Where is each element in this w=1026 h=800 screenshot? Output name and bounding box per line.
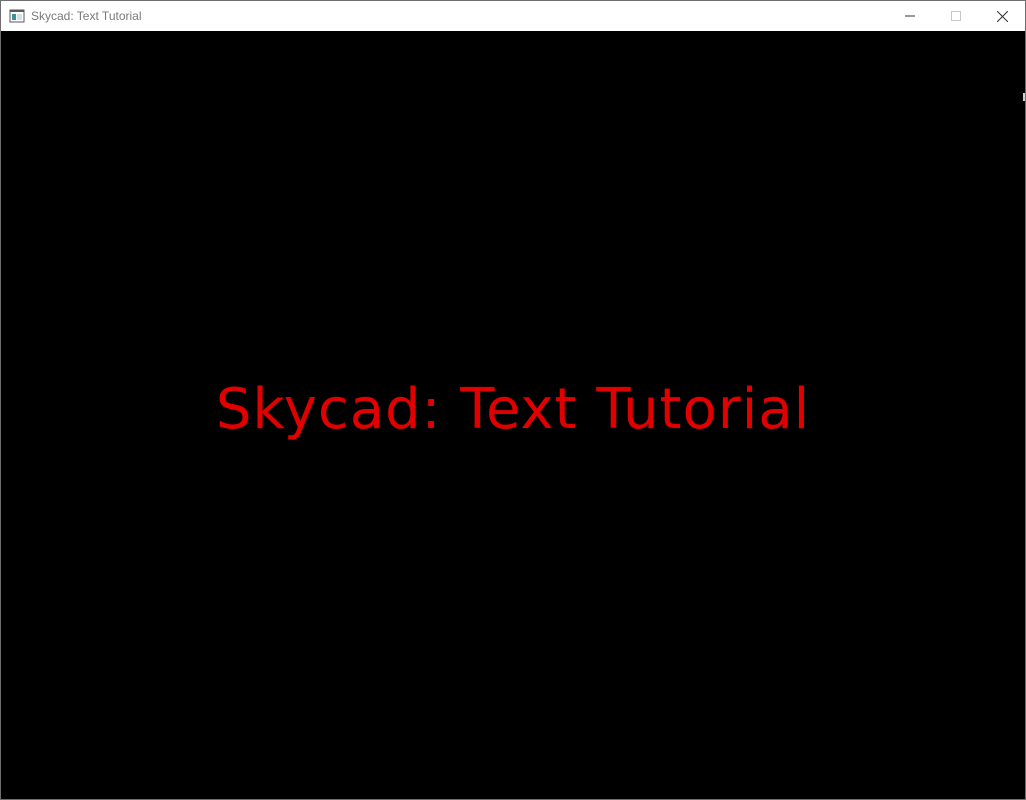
maximize-icon bbox=[951, 11, 961, 21]
render-canvas[interactable]: Skycad: Text Tutorial bbox=[1, 31, 1025, 799]
resize-edge bbox=[1023, 93, 1025, 101]
window-title: Skycad: Text Tutorial bbox=[31, 9, 142, 23]
title-bar[interactable]: Skycad: Text Tutorial bbox=[1, 1, 1025, 31]
app-window: Skycad: Text Tutorial Skycad: Text Tutor… bbox=[0, 0, 1026, 800]
minimize-icon bbox=[905, 15, 915, 17]
close-button[interactable] bbox=[979, 1, 1025, 31]
close-icon bbox=[996, 10, 1008, 22]
app-icon bbox=[9, 9, 25, 23]
maximize-button[interactable] bbox=[933, 1, 979, 31]
minimize-button[interactable] bbox=[887, 1, 933, 31]
headline-text: Skycad: Text Tutorial bbox=[215, 377, 811, 442]
window-controls bbox=[887, 1, 1025, 31]
